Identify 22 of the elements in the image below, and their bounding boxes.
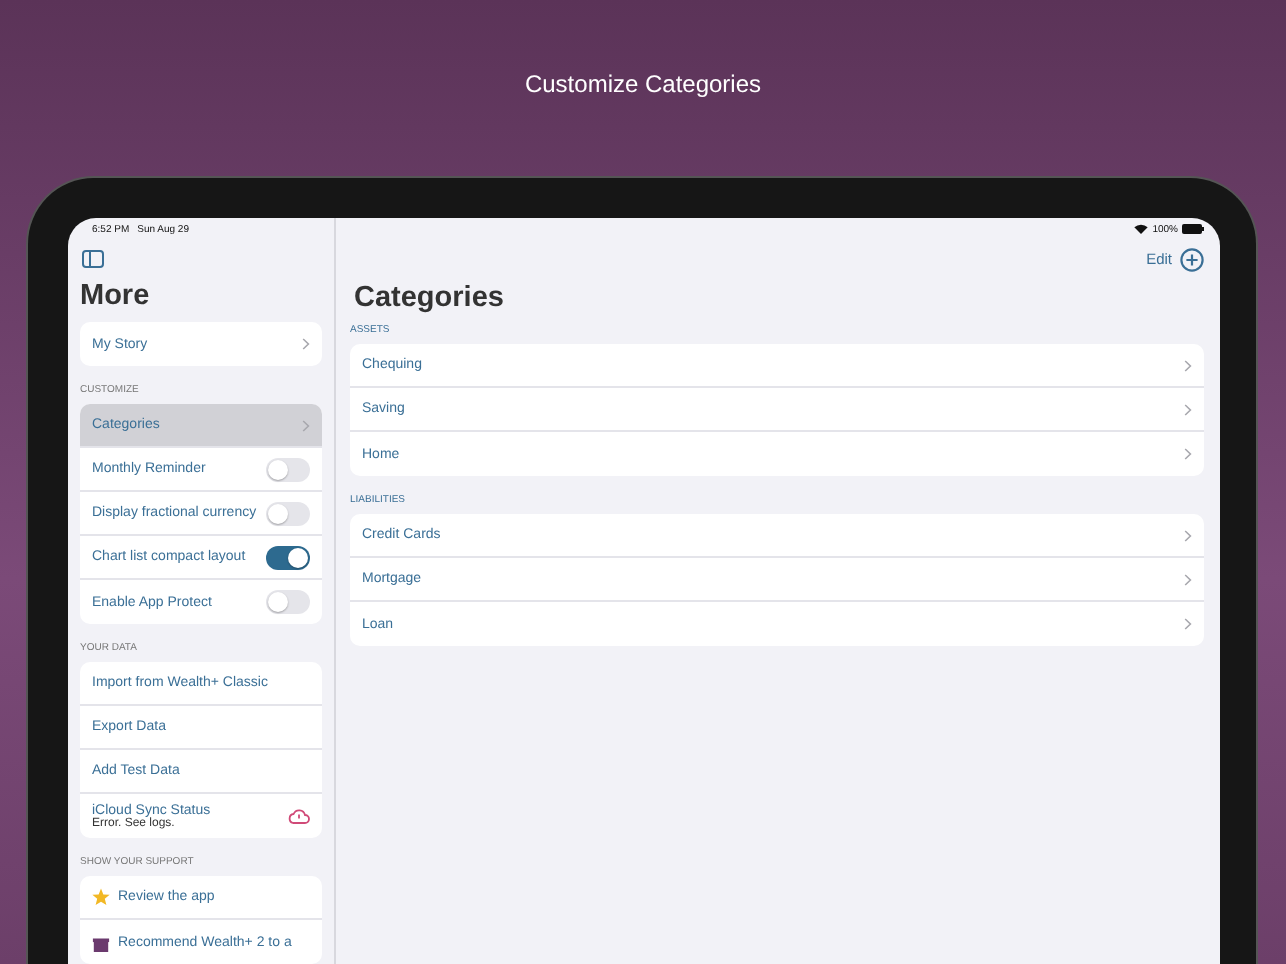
chevron-icon bbox=[1184, 403, 1192, 415]
add-icon[interactable] bbox=[1180, 247, 1204, 271]
sidebar-icon[interactable] bbox=[82, 250, 104, 268]
battery-icon bbox=[1182, 224, 1204, 234]
wifi-icon bbox=[1134, 224, 1149, 234]
toggle-switch[interactable] bbox=[266, 545, 310, 569]
chevron-icon bbox=[1184, 448, 1192, 460]
chevron-icon bbox=[1184, 618, 1192, 630]
page-title: Customize Categories bbox=[524, 70, 762, 102]
toggle-switch[interactable] bbox=[266, 457, 310, 481]
cloud-alert-icon bbox=[288, 808, 310, 824]
sidebar-title: More bbox=[80, 280, 152, 312]
toggle-switch[interactable] bbox=[266, 501, 310, 525]
star-icon bbox=[92, 888, 110, 906]
chevron-icon bbox=[1184, 573, 1192, 585]
chevron-icon bbox=[1184, 359, 1192, 371]
gift-icon bbox=[92, 933, 110, 951]
page-heading: Categories bbox=[354, 282, 506, 314]
chevron-icon bbox=[302, 419, 310, 431]
toggle-switch[interactable] bbox=[266, 590, 310, 614]
chevron-icon bbox=[1184, 529, 1192, 541]
chevron-icon bbox=[302, 338, 310, 350]
